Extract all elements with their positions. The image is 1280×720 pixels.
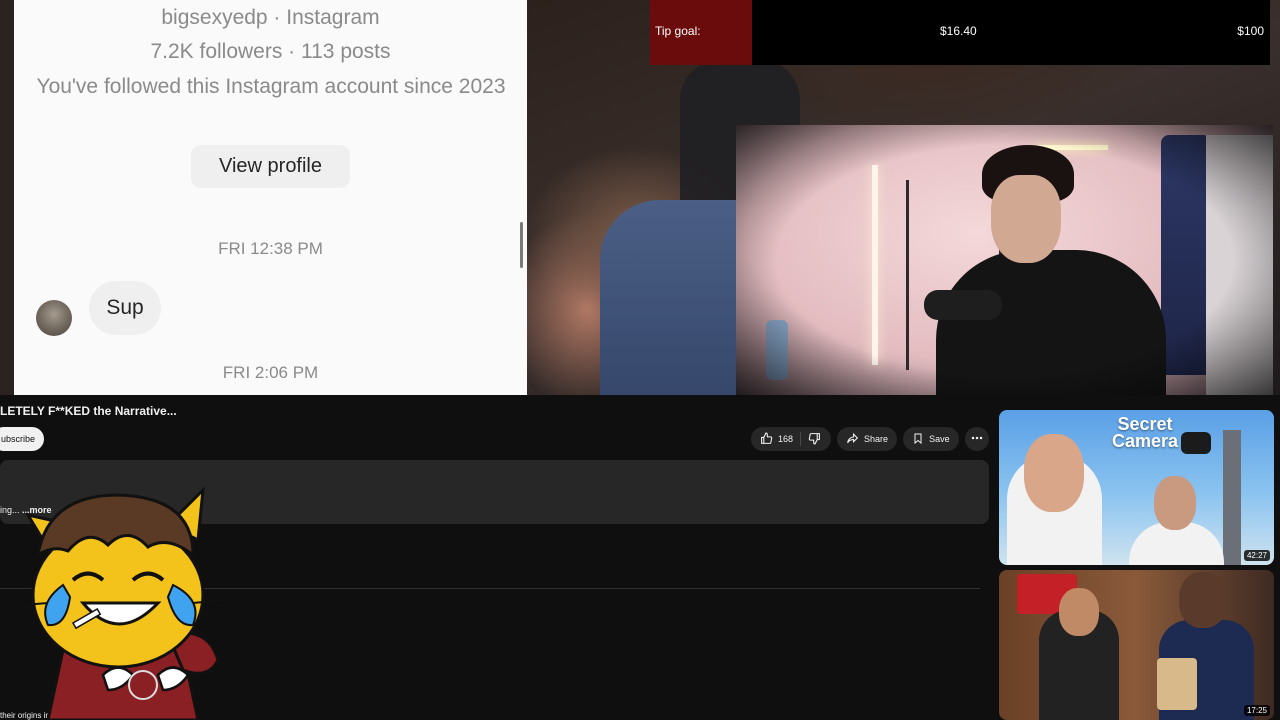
tip-goal-label: Tip goal: <box>655 24 701 38</box>
recommended-video-thumbnail[interactable]: Secret Camera 42:27 <box>999 410 1274 565</box>
video-title: LETELY F**KED the Narrative... <box>0 404 177 418</box>
instagram-follow-since: You've followed this Instagram account s… <box>36 75 506 98</box>
thumbnail-face <box>1059 588 1099 636</box>
left-edge-strip <box>0 0 14 395</box>
instagram-handle: bigsexyedp · Instagram <box>161 6 380 29</box>
subscribe-button[interactable]: ubscribe <box>0 427 44 451</box>
bookmark-icon <box>912 432 924 447</box>
view-profile-button: View profile <box>191 145 350 188</box>
webcam-vignette <box>736 125 1273 395</box>
video-duration-badge: 17:25 <box>1243 705 1270 716</box>
thumbnail-face <box>1024 434 1084 512</box>
save-label: Save <box>929 434 950 444</box>
share-arrow-icon <box>846 432 859 447</box>
thumbnail-title-text: Secret Camera <box>1111 414 1179 451</box>
video-duration-badge: 42:27 <box>1243 550 1270 561</box>
share-button[interactable]: Share <box>837 427 898 451</box>
sender-avatar <box>36 300 72 336</box>
thumbnail-pole <box>1223 430 1241 565</box>
like-dislike-group: 168 <box>751 427 832 451</box>
thumbnail-face <box>1154 476 1196 530</box>
thumbnail-food-bag <box>1157 658 1197 710</box>
more-actions-button[interactable] <box>964 427 989 451</box>
tip-goal-current: $16.40 <box>940 24 977 38</box>
thumbnail-face <box>1179 572 1227 628</box>
recommended-video-thumbnail[interactable]: 17:25 <box>999 570 1274 720</box>
video-player[interactable]: bigsexyedp · Instagram 7.2K followers · … <box>0 0 1280 395</box>
description-snippet: ing... <box>0 505 20 515</box>
tip-goal-target: $100 <box>1237 24 1264 38</box>
instagram-scrollbar <box>520 222 523 268</box>
streamer-webcam <box>736 125 1273 395</box>
message-bubble: Sup <box>89 281 161 335</box>
like-count[interactable]: 168 <box>778 434 793 444</box>
thumbs-up-icon[interactable] <box>760 432 773 447</box>
instagram-dm-screenshot: bigsexyedp · Instagram 7.2K followers · … <box>14 0 527 395</box>
save-button[interactable]: Save <box>903 427 959 451</box>
thumbs-down-icon[interactable] <box>808 432 821 447</box>
share-label: Share <box>864 434 889 444</box>
message-timestamp: FRI 12:38 PM <box>218 239 323 258</box>
message-timestamp: FRI 2:06 PM <box>222 363 319 382</box>
like-divider <box>800 432 802 446</box>
video-actions: 168 Share Save <box>751 427 989 451</box>
more-dots-icon <box>971 432 983 446</box>
cartoon-cat-overlay <box>22 485 224 720</box>
instagram-follower-count: 7.2K followers · 113 posts <box>150 40 391 63</box>
tip-goal-overlay: Tip goal: $16.40 $100 <box>650 0 1270 65</box>
